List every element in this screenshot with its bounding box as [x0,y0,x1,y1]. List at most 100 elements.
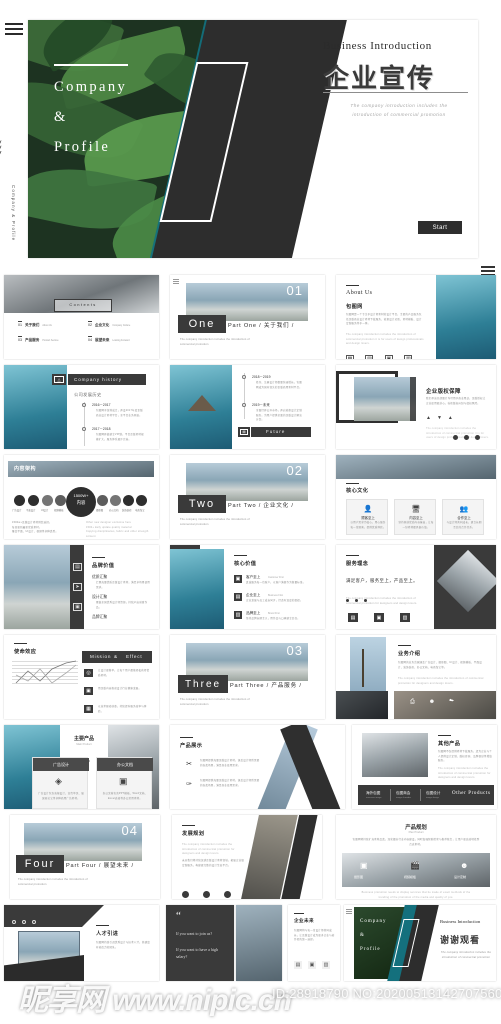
start-button[interactable]: Start [418,221,462,234]
contents-item-2-cn: 企业文化 [95,323,110,327]
hero-right-block: Business Introduction 企业宣传 The company i… [308,20,478,258]
photo-icon: ▣ [360,861,368,870]
slide-brand-value[interactable]: ▤ ➤ ▣ 品牌价值 优质汇聚 汇聚海量优质正版设计素材，满足多场景使用需求。 … [4,545,159,629]
part-two-number: 02 [286,463,303,478]
about-us-title-cn: 包图网 [346,304,363,310]
mission-item-3: 以技术驱动创意，持续提升服务效率与体验。 [98,705,147,713]
slide-contents[interactable]: Contents 01 关于我们 About Us 02 企业文化 Compan… [4,275,159,359]
brand-value-item-1-text: 汇聚海量优质正版设计素材，满足多场景使用需求。 [96,581,151,589]
slide-dev-plan[interactable]: 发展规划 The company introduction includes t… [172,815,322,899]
structure-node-r4: 电商淘宝 [135,509,145,512]
slide-copyright[interactable]: 企业版权保障 我们承诺全部图片均可用于商业用途，正版授权让企业使用更放心，杜绝版… [336,365,496,449]
talent-body: 包图网持续引进优秀设计与技术人才，共建富有创造力的团队。 [96,941,151,949]
dev-plan-title: 发展规划 [182,831,205,837]
hero-title-cn: 企业宣传 [323,63,436,93]
structure-note-cn-3: 覆盖平面、UI设计、视频等多种类型。 [12,530,59,533]
slide-main-products[interactable]: 主要产品 Main Product 广告设计 ◈ 广告设计包含海报设计、宣传单页… [4,725,159,809]
other-products-bar-item-2-cn[interactable]: 包图商会 [396,791,410,796]
history-year-2: 2017－2018 [92,427,111,431]
copyright-dots [453,427,486,445]
template-preview-page: >>> Company & Profile Company & Profile … [0,0,501,1024]
join-us-quote-icon: “ [176,910,181,922]
future-body: 包图网将与每一位设计师共同成长，让正版设计成为更多企业与创作者的第一选择。 [294,929,335,941]
brand-first-icon: ▥ [234,611,242,619]
slide-thanks[interactable]: Company & Profile Business Introduction … [344,905,496,981]
part-three-number: 03 [286,643,303,658]
part-three-caption: Part Three / 产品服务 / [230,683,302,689]
slide-mission[interactable]: 使命效应 Mission & Effect ◎ 让设计更简单，让每个用户都能轻松… [4,635,159,719]
other-products-bar-item-3-en: image design [426,797,440,799]
slide-content-structure[interactable]: 内容架构 1500W+ 内容 广告设计 平面设计 UI设计 视频模板 摄影图 办… [4,455,159,539]
briefcase-icon: ▣ [73,603,82,611]
structure-node-r2: 办公文档 [109,509,119,512]
slide-core-culture[interactable]: 核心文化 👤 顾客至上 以用户需求为核心，用心服务每一位顾客，提供优质体验。 🖥… [336,455,496,539]
slide-part-four[interactable]: 04 Four Part Four / 展望未来 / The company i… [10,815,160,899]
contents-item-4[interactable]: 04 展望未来 Looking Forward [88,336,129,343]
contents-item-3[interactable]: 03 产品服务 Product Service [18,336,59,343]
slide-join-us[interactable]: “ If you want to join us? If you want to… [166,905,234,981]
history-title-cn: 公司发展历史 [74,392,102,397]
slide-thumbnail-grid: Contents 01 关于我们 About Us 02 企业文化 Compan… [0,272,501,982]
image-icon: ▣ [384,355,393,359]
hero-brand-line2: & [54,108,68,125]
contents-item-1[interactable]: 01 关于我们 About Us [18,321,52,328]
hero-slide: >>> Company & Profile Company & Profile … [0,20,501,276]
hero-subtitle-line2: introduction of commercial promotion [352,111,446,117]
contents-item-2-en: Company Culture [112,325,131,327]
history-year-3: 2018－2019 [252,375,271,379]
slide-about-us[interactable]: About Us 包图网 包图网是一个专注于设计师素材的设计平台，主要的产品服务… [336,275,496,359]
main-products-title: 主要产品 [73,736,94,742]
slide-company-history[interactable]: △ Company history 公司发展历史 2016－2017 包图网于深… [4,365,159,449]
thanks-brand-line3: Profile [360,947,381,952]
slide-history-future[interactable]: 2018－2019 签约、注册设计师数量快速增长，包图网成为国内领先的正版商用素… [170,365,325,449]
slide-product-show[interactable]: 产品展示 ✂ 包图网提供海量正版设计素材，涵盖设计师所需要的各类场景，满足商业使… [170,725,345,809]
other-products-title: 其他产品 [438,741,461,747]
core-culture-card-2-text: 坚持原创优质内容输出，让每一份素材都具备价值。 [398,521,434,529]
person-icon: ☻ [460,861,469,870]
core-culture-card-1-title: 顾客至上 [361,516,375,520]
slide-talent[interactable]: 人才引进 包图网持续引进优秀设计与技术人才，共建富有创造力的团队。 [4,905,159,981]
core-culture-card-1[interactable]: 👤 顾客至上 以用户需求为核心，用心服务每一位顾客，提供优质体验。 [346,499,388,535]
core-culture-card-3[interactable]: 👥 合作至上 与设计师共同成长，建立长期互信的合作关系。 [442,499,484,535]
slide-part-three[interactable]: 03 Three Part Three / 产品服务 / The company… [170,635,325,719]
triangle-icon: △ [54,376,64,383]
menu-icon[interactable] [5,23,23,35]
main-products-card-1[interactable]: 广告设计 ◈ 广告设计包含海报设计、宣传单页、展架易拉宝等多种商用广告素材。 [32,757,89,809]
contents-item-1-en: About Us [42,325,52,327]
contents-item-2[interactable]: 02 企业文化 Company Culture [88,321,131,328]
customer-icon: 👤 [363,505,373,513]
target-icon: ◈ [55,776,62,786]
slide-part-one[interactable]: 01 One Part One / 关于我们 / The company int… [170,275,325,359]
slide-core-value[interactable]: 核心价值 ▣ 客户至上 Customer First 真诚服务每一位客户，以客户… [170,545,325,629]
slide-business-intro[interactable]: 业务介绍 包图网的业务范围涵盖广告设计、摄影图、UI设计、视频模板、平面设计、装… [336,635,496,719]
brand-value-item-3-title: 品牌汇聚 [92,615,108,619]
slide-future[interactable]: 企业未来 包图网将与每一位设计师共同成长，让正版设计成为更多企业与创作者的第一选… [288,905,340,981]
other-products-bar-item-3-cn[interactable]: 包图设计 [426,791,440,796]
structure-note-en-3: Copying disciplinaries, fabric and other… [86,530,149,538]
core-culture-card-2[interactable]: 🖥 内容至上 坚持原创优质内容输出，让每一份素材都具备价值。 [394,499,436,535]
mission-banner-left: Mission [90,654,112,659]
service-idea-slogan: 满足客户，服务至上，产品至上。 [346,578,418,583]
slide-service-idea[interactable]: 服务理念 满足客户，服务至上，产品至上。 The company introdu… [336,545,496,629]
join-us-line2: If you want to have a high salary? [176,947,218,959]
slide-part-two[interactable]: 02 Two Part Two / 企业文化 / The company int… [170,455,325,539]
hero-vertical-label: Company & Profile [11,185,16,242]
contents-item-2-no: 02 [88,321,92,327]
core-value-item-3-en: Brand First [268,612,280,615]
slide-product-plan[interactable]: 产品规划 Plan Product 包图网将持续扩充素材品类，深化细分行业内容建… [336,815,496,899]
main-products-card-2[interactable]: 办公文档 ▣ 办公文档包含PPT模板、Word文档、Excel表格等办公常用素材… [96,757,153,809]
service-icon-3: ▥ [400,613,410,622]
hero-subtitle-line1: The company introduction includes the [350,103,448,108]
calendar-icon: ▤ [240,429,248,435]
customer-first-icon: ▣ [234,575,242,583]
other-products-bar-item-1-cn[interactable]: 海外包图 [366,791,380,796]
send-icon: ➤ [73,583,82,591]
contents-title: Contents [69,302,97,307]
thumb-row-6: 主要产品 Main Product 广告设计 ◈ 广告设计包含海报设计、宣传单页… [0,722,501,812]
slide-join-us-photo[interactable] [236,905,282,981]
business-intro-body: 包图网的业务范围涵盖广告设计、摄影图、UI设计、视频模板、平面设计、装饰装修、办… [398,661,482,669]
slide-other-products[interactable]: 其他产品 包图网不仅提供素材下载服务，还为企业与个人提供设计定制、版权咨询、品牌… [352,725,497,809]
product-plan-body: 包图网将持续扩充素材品类，深化细分行业内容建设，同时加强智能检索与推荐能力，让用… [352,838,480,846]
thumb-row-7: 04 Four Part Four / 展望未来 / The company i… [0,812,501,902]
mission-line-chart [15,660,77,684]
